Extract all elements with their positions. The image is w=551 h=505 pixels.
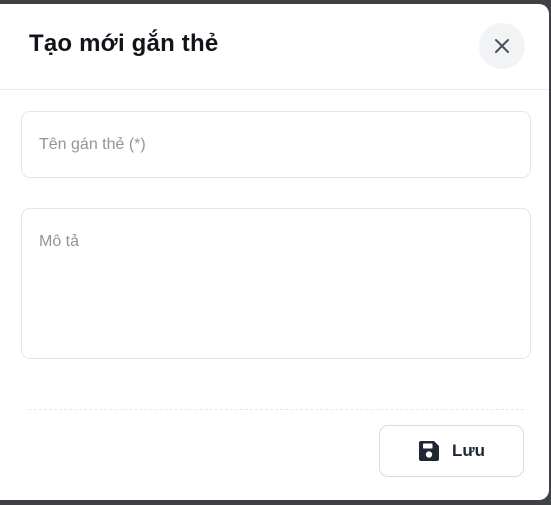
footer-divider (29, 409, 524, 410)
close-icon (494, 38, 510, 54)
dialog-title: Tạo mới gắn thẻ (29, 30, 219, 57)
description-textarea[interactable] (21, 208, 531, 359)
dialog-header: Tạo mới gắn thẻ (0, 4, 549, 90)
save-button-label: Lưu (451, 441, 486, 460)
floppy-disk-icon (418, 440, 440, 462)
close-button[interactable] (479, 23, 525, 69)
tag-name-input[interactable] (21, 111, 531, 178)
save-button[interactable]: Lưu (379, 425, 524, 477)
create-tag-dialog: Tạo mới gắn thẻ Lưu (0, 4, 549, 500)
